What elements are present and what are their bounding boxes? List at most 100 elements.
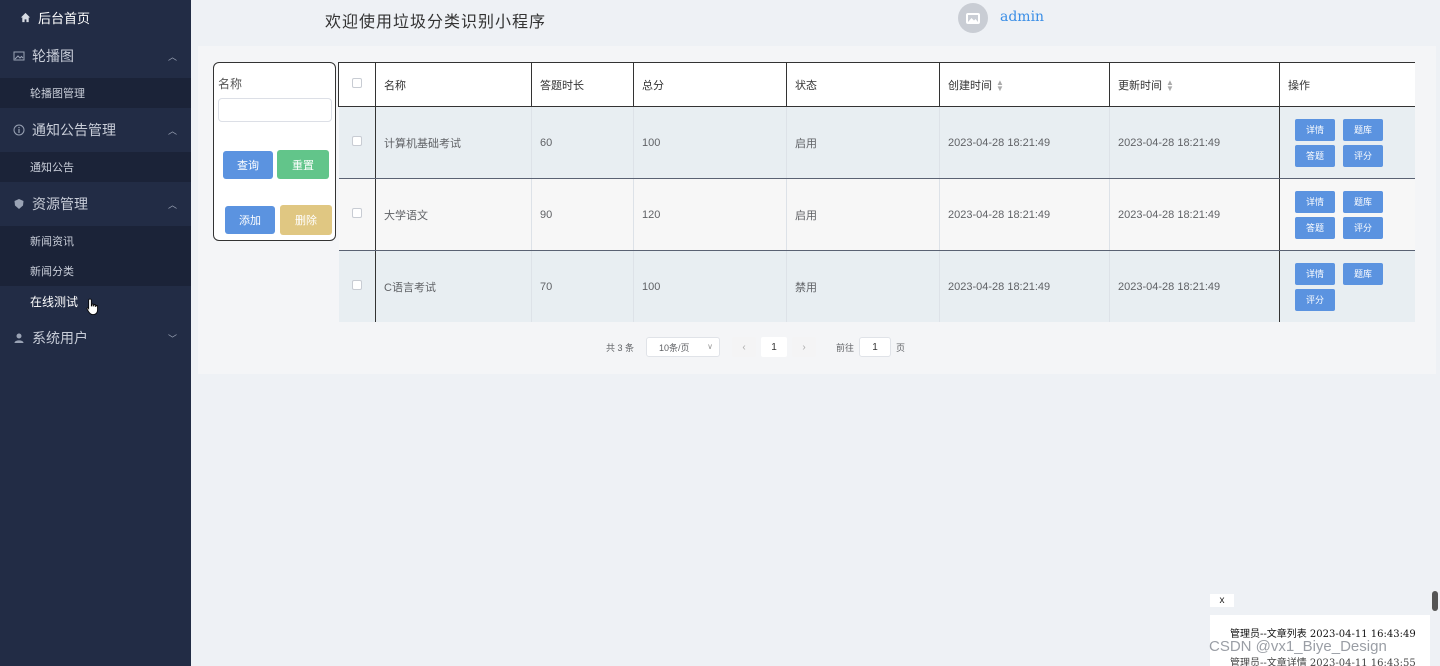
select-all-checkbox[interactable]: [352, 78, 362, 88]
watermark: CSDN @vx1_Biye_Design: [1209, 638, 1387, 655]
info-icon: [12, 123, 26, 137]
sidebar-group-label: 通知公告管理: [32, 122, 116, 138]
sidebar-group-resources[interactable]: 资源管理 ︿: [0, 182, 191, 226]
username-link[interactable]: admin: [1000, 9, 1044, 25]
chevron-down-icon: ∨: [707, 342, 714, 351]
chevron-up-icon: ︿: [167, 125, 177, 136]
page-size-select[interactable]: 10条/页 ∨: [646, 337, 721, 357]
detail-button[interactable]: 详情: [1295, 118, 1335, 141]
scrollbar[interactable]: [1432, 591, 1438, 611]
sidebar-item-notice[interactable]: 通知公告: [0, 152, 191, 182]
column-header: 答题时长: [531, 62, 634, 107]
row-select-cell: [338, 106, 376, 179]
exam-table: 名称 答题时长 总分 状态 创建时间 ▲ ▼ 更新时间 ▲ ▼ 操作 计算机基础考试 6…: [338, 62, 1415, 322]
sort-icon[interactable]: ▲ ▼: [996, 78, 1004, 92]
top-header: 欢迎使用垃圾分类识别小程序 admin: [191, 0, 1440, 40]
select-all-header: [338, 62, 376, 107]
sidebar-group-carousel[interactable]: 轮播图 ︿: [0, 34, 191, 78]
cell-name: 计算机基础考试: [375, 106, 532, 179]
cell-duration: 90: [531, 178, 634, 251]
chevron-down-icon: ﹀: [167, 333, 177, 344]
picture-icon: [12, 49, 26, 63]
reset-button[interactable]: 重置: [277, 150, 329, 179]
row-checkbox[interactable]: [351, 136, 362, 146]
row-select-cell: [338, 250, 376, 322]
column-header-updated[interactable]: 更新时间 ▲ ▼: [1109, 62, 1280, 107]
cell-updated: 2023-04-28 18:21:49: [1109, 106, 1280, 179]
home-icon: [18, 10, 32, 24]
cell-status: 启用: [786, 106, 940, 179]
welcome-title: 欢迎使用垃圾分类识别小程序: [325, 12, 547, 31]
cell-updated: 2023-04-28 18:21:49: [1109, 250, 1280, 322]
sidebar-group-notice[interactable]: 通知公告管理 ︿: [0, 108, 191, 152]
cell-created: 2023-04-28 18:21:49: [939, 250, 1110, 322]
row-checkbox[interactable]: [351, 280, 362, 290]
cell-actions: 详情 题库 评分: [1279, 250, 1415, 322]
grade-button[interactable]: 评分: [1343, 216, 1383, 239]
page-number[interactable]: 1: [761, 337, 788, 357]
main-panel: 名称 查询 重置 添加 删除 名称 答题时长 总分 状态 创建时间 ▲ ▼ 更新时间…: [198, 46, 1436, 374]
cell-status: 启用: [786, 178, 940, 251]
sort-icon[interactable]: ▲ ▼: [1166, 78, 1174, 92]
row-select-cell: [338, 178, 376, 251]
cell-actions: 详情 题库 答题 评分: [1279, 178, 1415, 251]
table-row: 计算机基础考试 60 100 启用 2023-04-28 18:21:49 20…: [338, 106, 1415, 179]
cell-created: 2023-04-28 18:21:49: [939, 178, 1110, 251]
cell-created: 2023-04-28 18:21:49: [939, 106, 1110, 179]
column-header-created[interactable]: 创建时间 ▲ ▼: [939, 62, 1110, 107]
sidebar-group-label: 系统用户: [32, 330, 88, 346]
cell-name: 大学语文: [375, 178, 532, 251]
grade-button[interactable]: 评分: [1295, 288, 1335, 311]
sidebar-home-label: 后台首页: [38, 10, 91, 26]
answer-button[interactable]: 答题: [1295, 216, 1335, 239]
next-page-button[interactable]: ›: [792, 337, 817, 357]
detail-button[interactable]: 详情: [1295, 262, 1335, 285]
column-header: 状态: [786, 62, 940, 107]
column-header: 操作: [1279, 62, 1415, 107]
name-label: 名称: [218, 77, 243, 91]
sidebar-item-news-category[interactable]: 新闻分类: [0, 256, 191, 286]
prev-page-button[interactable]: ‹: [732, 337, 757, 357]
column-header: 总分: [633, 62, 787, 107]
cell-actions: 详情 题库 答题 评分: [1279, 106, 1415, 179]
sidebar-group-label: 轮播图: [32, 48, 74, 64]
sidebar-item-news[interactable]: 新闻资讯: [0, 226, 191, 256]
hand-cursor-icon: [86, 298, 98, 315]
search-form: 名称 查询 重置 添加 删除: [213, 62, 336, 241]
cell-score: 120: [633, 178, 787, 251]
sidebar-item-home[interactable]: 后台首页: [0, 0, 191, 34]
avatar[interactable]: [958, 3, 988, 33]
page-suffix: 页: [896, 342, 906, 353]
question-bank-button[interactable]: 题库: [1343, 190, 1383, 213]
cell-score: 100: [633, 250, 787, 322]
grade-button[interactable]: 评分: [1343, 144, 1383, 167]
sidebar-item-carousel-manage[interactable]: 轮播图管理: [0, 78, 191, 108]
user-icon: [12, 331, 26, 345]
table-header-row: 名称 答题时长 总分 状态 创建时间 ▲ ▼ 更新时间 ▲ ▼ 操作: [338, 62, 1415, 107]
chevron-up-icon: ︿: [167, 199, 177, 210]
sidebar: 后台首页 轮播图 ︿ 轮播图管理 通知公告管理 ︿ 通知公告 资源管理 ︿ 新闻…: [0, 0, 191, 666]
table-row: 大学语文 90 120 启用 2023-04-28 18:21:49 2023-…: [338, 178, 1415, 251]
goto-label: 前往: [836, 342, 855, 353]
cell-status: 禁用: [786, 250, 940, 322]
question-bank-button[interactable]: 题库: [1343, 262, 1383, 285]
delete-button[interactable]: 删除: [280, 205, 332, 235]
query-button[interactable]: 查询: [223, 151, 273, 179]
table-row: C语言考试 70 100 禁用 2023-04-28 18:21:49 2023…: [338, 250, 1415, 322]
name-search-input[interactable]: [218, 98, 332, 122]
cell-score: 100: [633, 106, 787, 179]
shield-icon: [12, 197, 26, 211]
answer-button[interactable]: 答题: [1295, 144, 1335, 167]
question-bank-button[interactable]: 题库: [1343, 118, 1383, 141]
popup-line: 管理员--文章详情 2023-04-11 16:43:55: [1230, 658, 1416, 666]
add-button[interactable]: 添加: [225, 206, 275, 234]
cell-name: C语言考试: [375, 250, 532, 322]
row-checkbox[interactable]: [351, 208, 362, 218]
pagination: 共 3 条 10条/页 ∨ ‹ 1 › 前往 1 页: [606, 337, 905, 357]
total-count: 共 3 条: [606, 342, 635, 353]
detail-button[interactable]: 详情: [1295, 190, 1335, 213]
sidebar-group-users[interactable]: 系统用户 ﹀: [0, 316, 191, 360]
popup-close-button[interactable]: x: [1210, 594, 1234, 607]
goto-page-input[interactable]: 1: [859, 337, 892, 357]
column-header: 名称: [375, 62, 532, 107]
